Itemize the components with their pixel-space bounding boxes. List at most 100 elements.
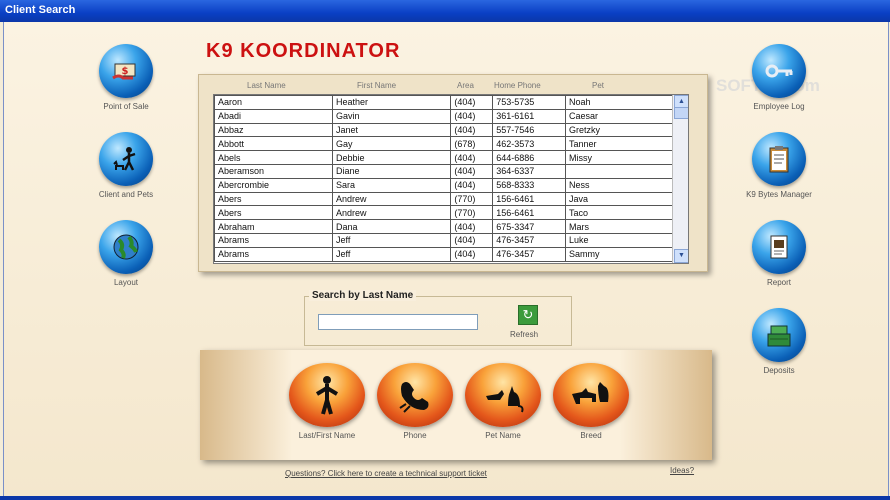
scroll-thumb[interactable] [674,107,688,119]
table-cell: 675-3347 [492,219,566,234]
report-icon [752,220,806,274]
table-cell: (404) [450,246,494,262]
table-cell: Gavin [332,108,452,124]
table-cell: Janet [332,122,452,138]
table-row[interactable]: Aaron Heather (404) 753-5735 Noah [214,95,688,110]
table-row[interactable]: Abers Andrew (770) 156-6461 Taco [214,205,688,221]
table-cell: (404) [450,95,494,110]
column-header-area: Area [457,81,474,90]
table-cell: (404) [450,163,494,179]
table-row[interactable]: Abraham Dana (404) 675-3347 Mars [214,219,688,234]
client-and-pets-button[interactable]: Client and Pets [71,132,181,199]
ideas-link[interactable]: Ideas? [670,466,694,475]
table-cell: Tanner [564,136,688,152]
support-ticket-link[interactable]: Questions? Click here to create a techni… [285,469,487,478]
table-row[interactable]: Abers Andrew (770) 156-6461 Java [214,191,688,207]
table-cell: Gay [332,136,452,152]
search-by-breed-button[interactable]: Breed [546,363,636,440]
clipboard-icon [752,132,806,186]
person-dog-icon [99,132,153,186]
search-button-label: Breed [580,431,602,440]
deposits-button[interactable]: Deposits [724,308,834,375]
nav-label: K9 Bytes Manager [746,190,812,199]
scroll-down-button[interactable]: ▼ [674,249,688,263]
table-cell: Java [564,191,688,207]
window-frame-bottom [0,496,890,500]
key-icon [752,44,806,98]
table-row[interactable]: Abbaz Janet (404) 557-7546 Gretzky [214,122,688,138]
table-row[interactable]: Abercrombie Sara (404) 568-8333 Ness [214,177,688,193]
table-cell: Dana [332,219,452,234]
table-cell: Ness [564,177,688,193]
client-table: Aaron Heather (404) 753-5735 Noah Abadi Gavin(… [214,95,688,262]
employee-log-button[interactable]: Employee Log [724,44,834,111]
search-by-name-button[interactable]: Last/First Name [282,363,372,440]
table-cell: (770) [450,205,494,221]
report-button[interactable]: Report [724,220,834,287]
search-group-title: Search by Last Name [309,290,417,301]
table-cell: 156-6461 [492,191,566,207]
k9-bytes-manager-button[interactable]: K9 Bytes Manager [724,132,834,199]
table-cell: Aberamson [214,163,334,179]
nav-label: Client and Pets [98,190,154,199]
table-cell: Sammy [564,246,688,262]
refresh-label[interactable]: Refresh [510,330,538,339]
table-cell: Abrams [214,232,334,248]
table-cell: 462-3573 [492,136,566,152]
table-cell: 476-3457 [492,232,566,248]
dog-cat-icon [465,363,541,427]
table-row[interactable]: Abbott Gay (678) 462-3573 Tanner [214,136,688,152]
search-by-pet-name-button[interactable]: Pet Name [458,363,548,440]
title-bar: Client Search [0,0,890,22]
table-cell: 568-8333 [492,177,566,193]
table-cell: Abbaz [214,122,334,138]
table-cell: (404) [450,219,494,234]
layout-button[interactable]: Layout [71,220,181,287]
table-cell: Noah [564,95,688,110]
table-cell: Sara [332,177,452,193]
refresh-icon[interactable]: ↻ [518,305,538,325]
column-header-first-name: First Name [357,81,397,90]
nav-label: Report [766,278,791,287]
table-cell: Abraham [214,219,334,234]
table-cell: Debbie [332,150,452,165]
client-grid[interactable]: Aaron Heather (404) 753-5735 Noah Abadi Gavin(… [213,94,689,264]
table-cell: 361-6161 [492,108,566,124]
table-cell: Abers [214,191,334,207]
svg-text:$: $ [122,66,129,77]
table-cell: Gretzky [564,122,688,138]
table-cell [564,163,688,179]
table-cell: Andrew [332,191,452,207]
table-row[interactable]: Abels Debbie (404) 644-6886 Missy [214,150,688,165]
app-brand-title: K9 KOORDINATOR [206,40,401,62]
search-button-label: Last/First Name [298,431,356,440]
last-name-search-input[interactable] [318,314,478,330]
table-cell: Diane [332,163,452,179]
table-cell: Abercrombie [214,177,334,193]
point-of-sale-button[interactable]: $ Point of Sale [71,44,181,111]
table-cell: Andrew [332,205,452,221]
table-row[interactable]: Abrams Jeff (404) 476-3457 Sammy [214,246,688,262]
table-cell: (770) [450,191,494,207]
search-by-phone-button[interactable]: Phone [370,363,460,440]
table-row[interactable]: Abadi Gavin (404) 361-6161 Caesar [214,108,688,124]
search-button-label: Pet Name [485,431,521,440]
table-row[interactable]: Abrams Jeff (404) 476-3457 Luke [214,232,688,248]
table-cell: Abers [214,205,334,221]
window-title: Client Search [5,4,76,16]
table-cell: Mars [564,219,688,234]
table-cell: Abadi [214,108,334,124]
table-cell: Missy [564,150,688,165]
table-cell: (678) [450,136,494,152]
grid-scrollbar[interactable]: ▲ ▼ [672,95,688,263]
table-cell: (404) [450,177,494,193]
table-row[interactable]: Aberamson Diane (404) 364-6337 [214,163,688,179]
table-cell: 557-7546 [492,122,566,138]
cash-register-icon [752,308,806,362]
table-cell: 644-6886 [492,150,566,165]
table-cell: 364-6337 [492,163,566,179]
phone-icon [377,363,453,427]
table-cell: (404) [450,232,494,248]
table-cell: Abels [214,150,334,165]
money-hand-icon: $ [99,44,153,98]
